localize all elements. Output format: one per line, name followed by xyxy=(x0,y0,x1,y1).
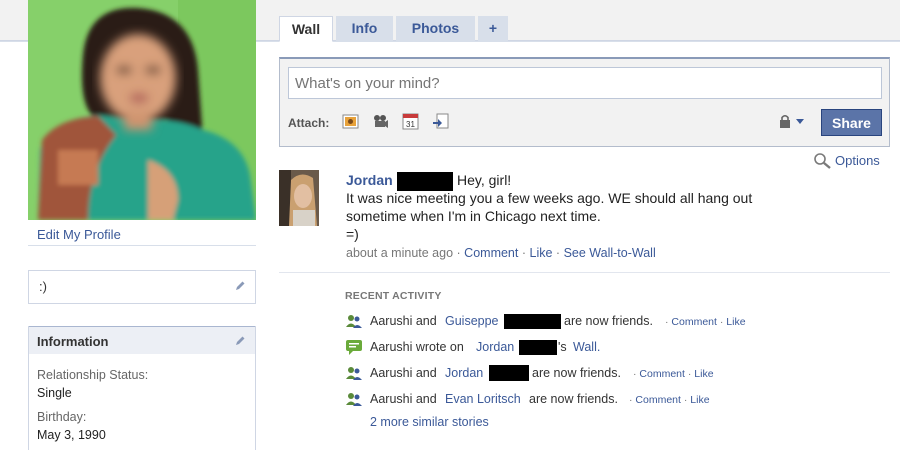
activity-like-link[interactable]: Like xyxy=(726,316,745,328)
relationship-label: Relationship Status: xyxy=(37,368,149,382)
post-author-link[interactable]: Jordan xyxy=(346,172,393,188)
profile-picture-image xyxy=(28,0,256,220)
more-stories-link[interactable]: 2 more similar stories xyxy=(370,415,489,429)
relationship-value: Single xyxy=(37,386,72,400)
post-greeting: Hey, girl! xyxy=(457,172,512,188)
activity-text: Aarushi and xyxy=(370,366,437,380)
birthday-label: Birthday: xyxy=(37,410,87,424)
activity-actions: · Comment · Like xyxy=(633,368,714,380)
tab-wall[interactable]: Wall xyxy=(279,16,333,42)
status-input[interactable] xyxy=(288,67,882,99)
activity-friend-link[interactable]: Evan Loritsch xyxy=(445,392,521,406)
attach-label: Attach: xyxy=(288,116,330,130)
recent-activity-title: RECENT ACTIVITY xyxy=(345,290,442,302)
activity-text: are now friends. xyxy=(529,392,618,406)
meta-separator: · xyxy=(521,246,527,260)
tab-info[interactable]: Info xyxy=(336,16,393,41)
friends-icon xyxy=(345,391,363,407)
birthday-value: May 3, 1990 xyxy=(37,428,106,442)
sidebar-divider xyxy=(28,245,256,246)
information-box: Information Relationship Status: Single … xyxy=(28,326,256,450)
information-header: Information xyxy=(29,326,255,354)
activity-like-link[interactable]: Like xyxy=(690,394,709,406)
activity-comment-link[interactable]: Comment xyxy=(639,368,685,380)
wall-to-wall-link[interactable]: See Wall-to-Wall xyxy=(564,246,656,260)
edit-status-pencil-icon[interactable] xyxy=(234,280,246,292)
options-label: Options xyxy=(835,153,880,168)
redaction-bar xyxy=(519,340,557,355)
activity-text: are now friends. xyxy=(532,366,621,380)
post-author-avatar[interactable] xyxy=(279,170,319,226)
activity-text: Aarushi wrote on xyxy=(370,340,464,354)
activity-wall-link[interactable]: Wall. xyxy=(573,340,600,354)
status-text: :) xyxy=(39,279,47,294)
svg-text:31: 31 xyxy=(406,120,415,129)
edit-information-pencil-icon[interactable] xyxy=(234,335,246,347)
activity-friend-link[interactable]: Jordan xyxy=(476,340,514,354)
friends-icon xyxy=(345,365,363,381)
status-composer: Attach: 31 Share xyxy=(279,57,890,147)
redaction-bar xyxy=(489,365,529,381)
activity-friend-link[interactable]: Guiseppe xyxy=(445,314,499,328)
magnifier-icon xyxy=(813,152,833,173)
video-icon[interactable] xyxy=(372,113,389,130)
activity-friend-link[interactable]: Jordan xyxy=(445,366,483,380)
meta-separator: · xyxy=(555,246,561,260)
post-text-line: It was nice meeting you a few weeks ago.… xyxy=(346,190,753,206)
activity-text: are now friends. xyxy=(564,314,653,328)
activity-actions: · Comment · Like xyxy=(629,394,710,406)
activity-text: Aarushi and xyxy=(370,392,437,406)
activity-like-link[interactable]: Like xyxy=(694,368,713,380)
privacy-lock-icon[interactable] xyxy=(778,113,808,129)
information-title: Information xyxy=(37,334,109,349)
post-meta: about a minute ago · Comment · Like · Se… xyxy=(346,246,656,260)
activity-text: 's xyxy=(558,340,567,354)
activity-comment-link[interactable]: Comment xyxy=(635,394,681,406)
event-icon[interactable]: 31 xyxy=(402,113,419,130)
post-text-line: sometime when I'm in Chicago next time. xyxy=(346,208,601,224)
profile-picture[interactable] xyxy=(28,0,256,220)
tab-photos[interactable]: Photos xyxy=(396,16,475,41)
post-like-link[interactable]: Like xyxy=(530,246,553,260)
wall-post-icon xyxy=(345,339,363,355)
post-timestamp: about a minute ago xyxy=(346,246,454,260)
post-comment-link[interactable]: Comment xyxy=(464,246,518,260)
share-button[interactable]: Share xyxy=(821,109,882,136)
post-divider xyxy=(279,272,890,273)
status-box: :) xyxy=(28,270,256,304)
activity-text: Aarushi and xyxy=(370,314,437,328)
redaction-bar xyxy=(504,314,561,329)
photo-icon[interactable] xyxy=(342,113,359,130)
add-tab-button[interactable]: + xyxy=(478,16,508,41)
activity-comment-link[interactable]: Comment xyxy=(671,316,717,328)
activity-actions: · Comment · Like xyxy=(665,316,746,328)
edit-profile-link[interactable]: Edit My Profile xyxy=(37,227,121,242)
friends-icon xyxy=(345,313,363,329)
meta-separator: · xyxy=(456,246,461,260)
link-icon[interactable] xyxy=(432,113,449,130)
post-text-line: =) xyxy=(346,226,359,242)
redaction-bar xyxy=(397,172,453,191)
